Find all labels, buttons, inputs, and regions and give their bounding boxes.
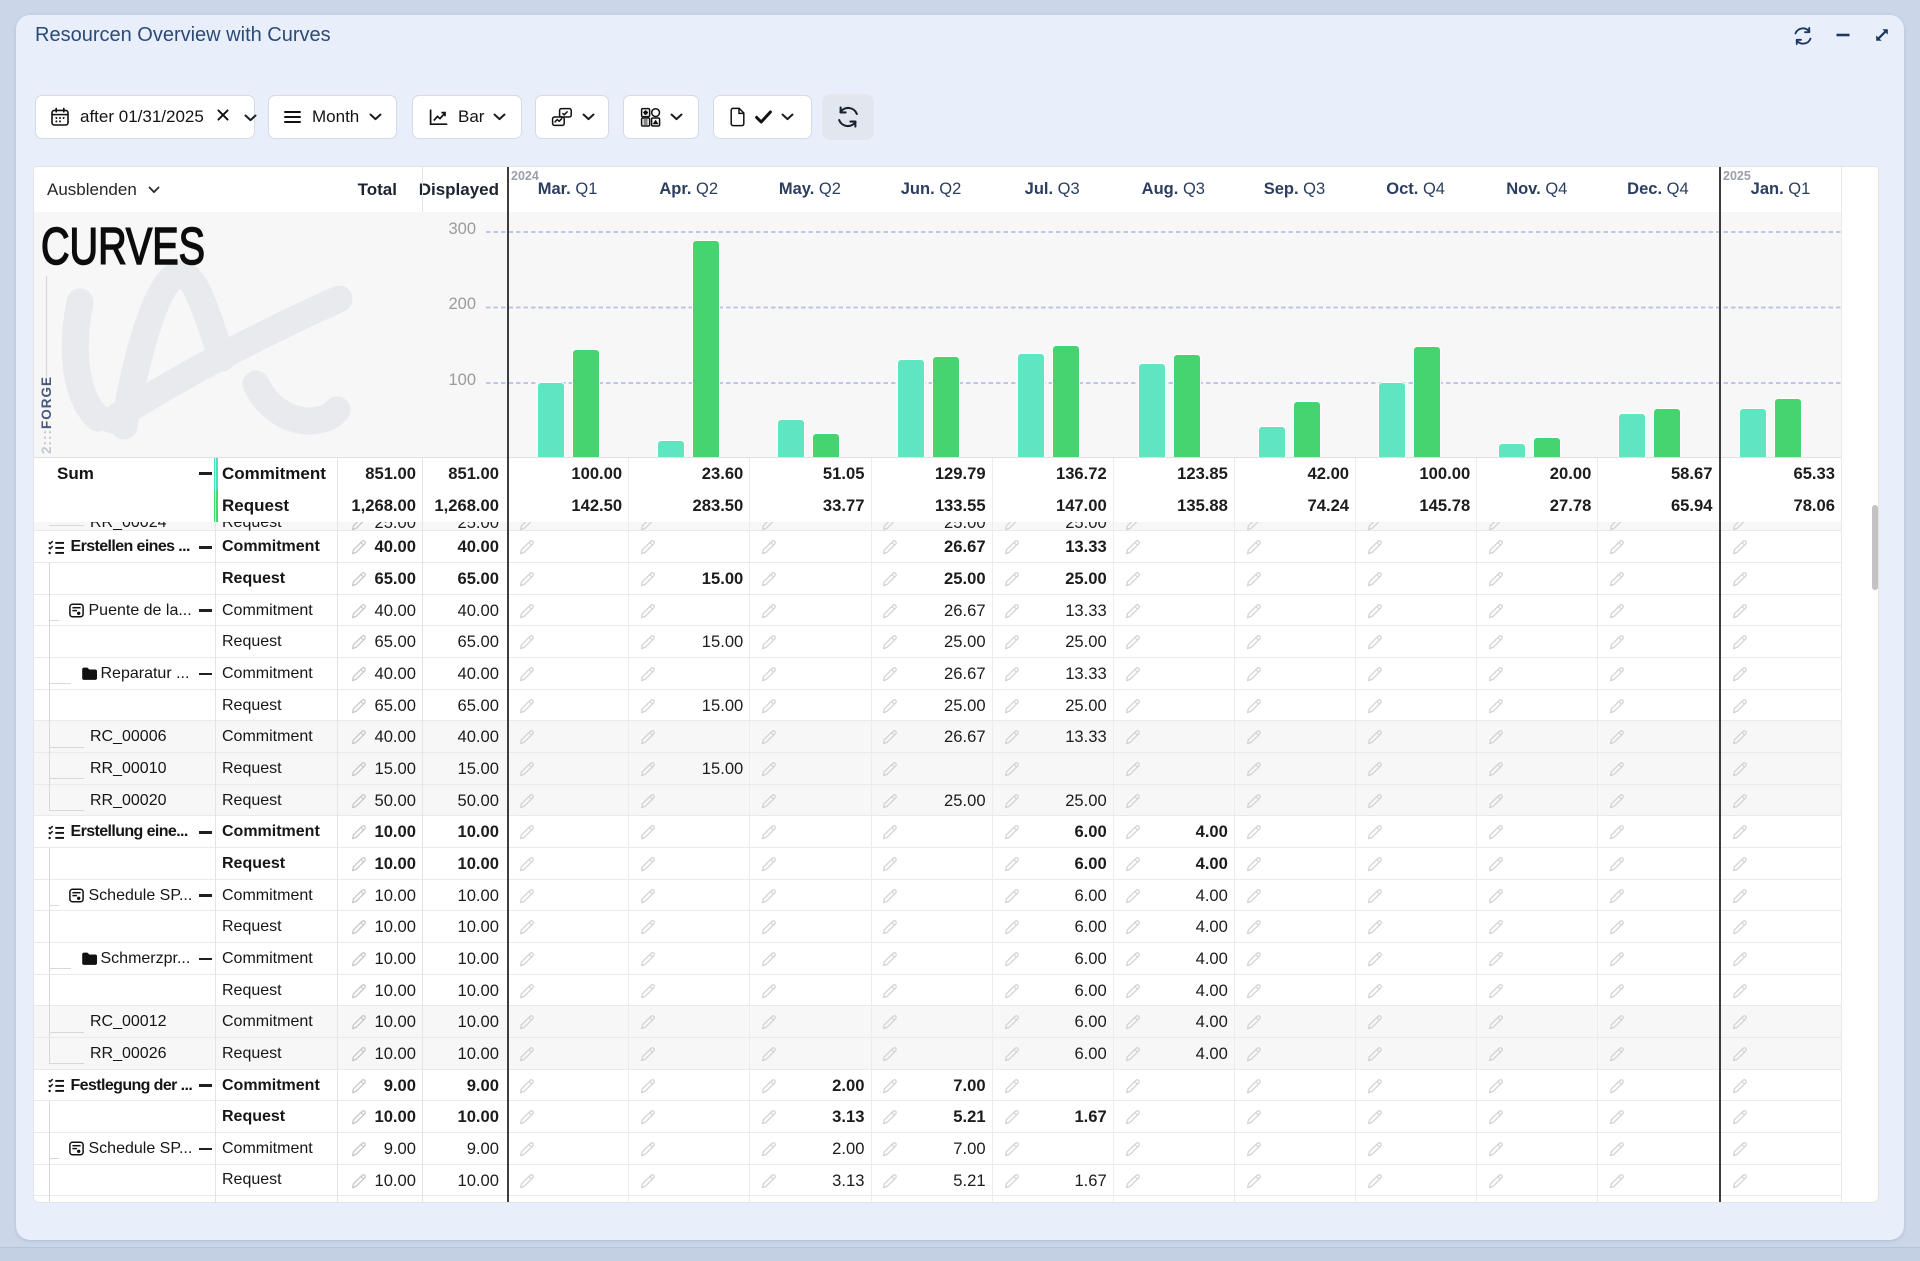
- svg-text:2:::FORGE: 2:::FORGE: [39, 376, 54, 454]
- svg-text:CURVES: CURVES: [41, 218, 205, 276]
